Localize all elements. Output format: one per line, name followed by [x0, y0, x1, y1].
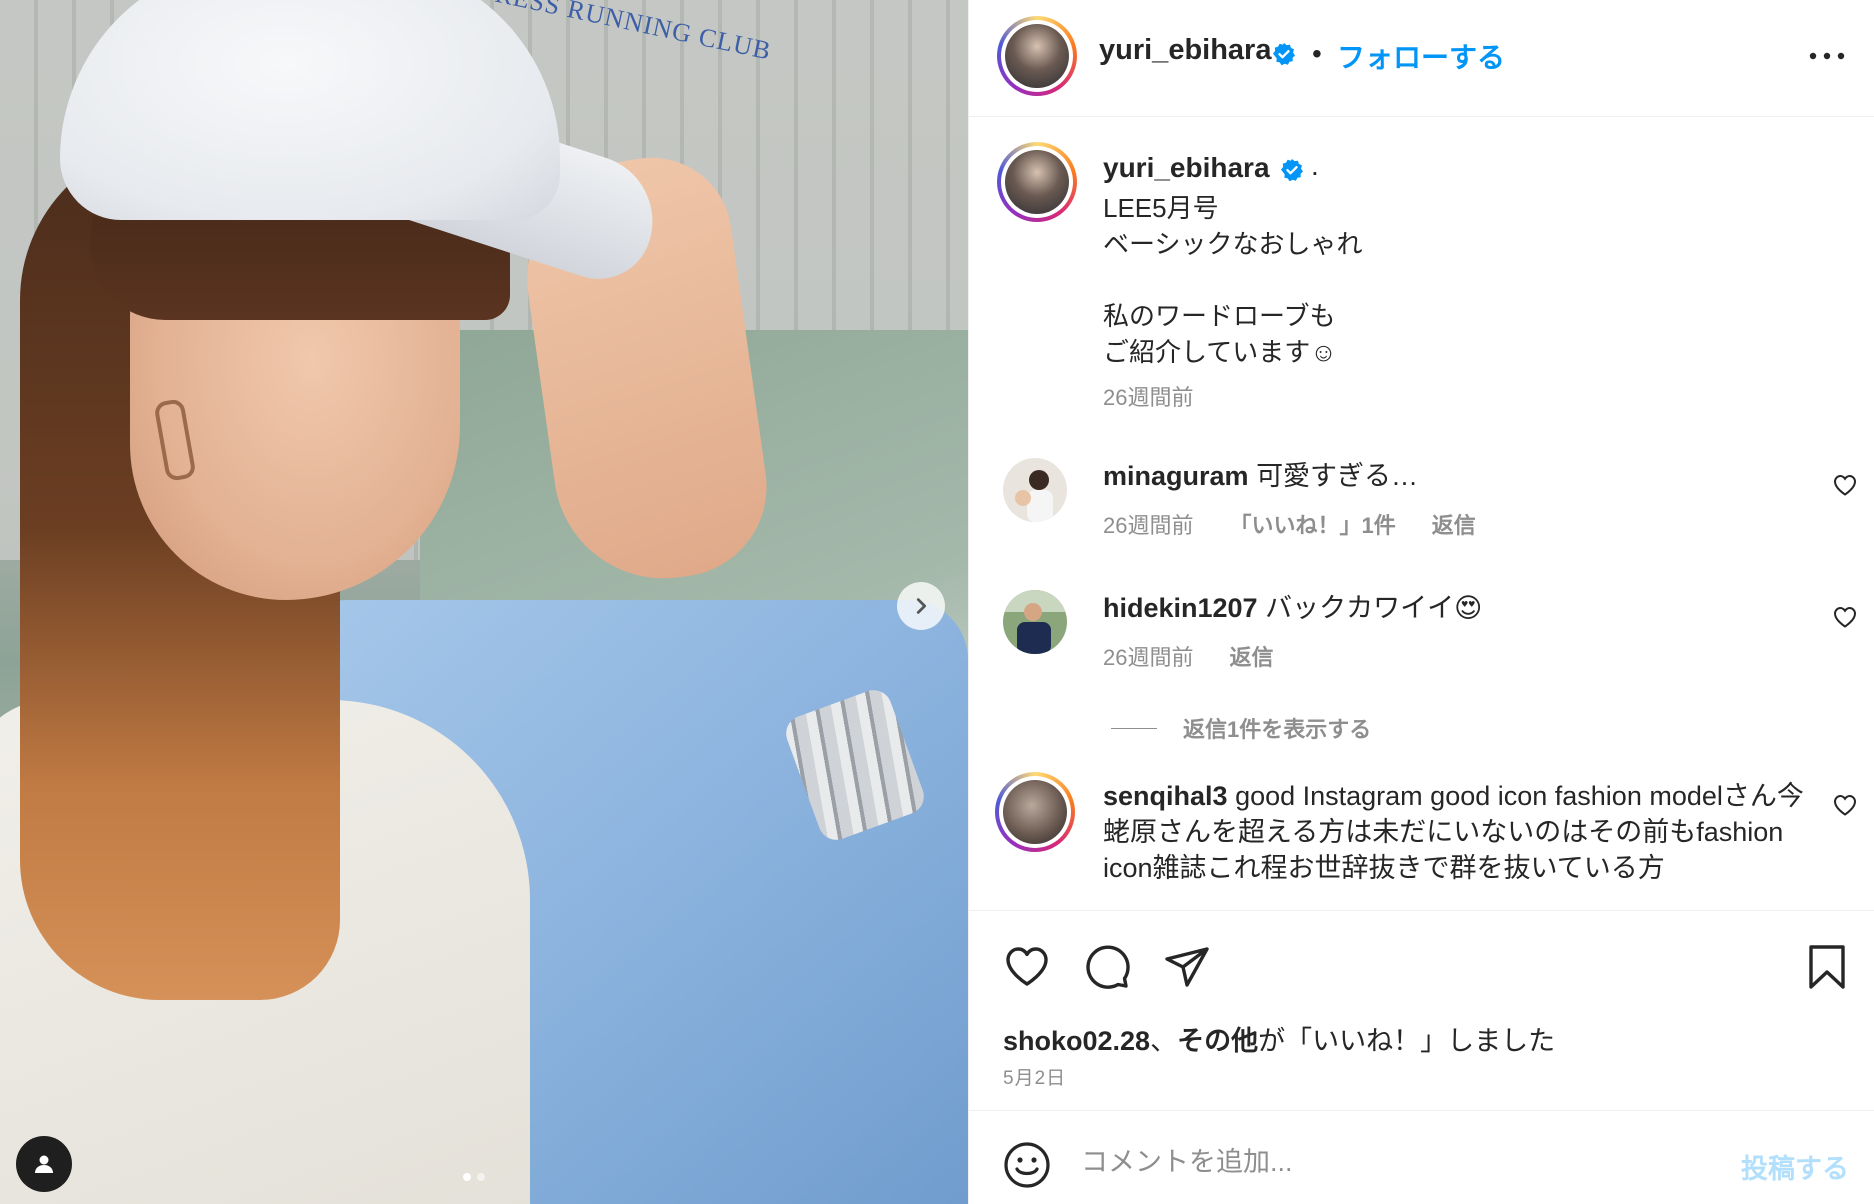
carousel-dot [477, 1173, 485, 1181]
comment-like-icon[interactable] [1833, 474, 1857, 496]
reply-button[interactable]: 返信 [1432, 508, 1476, 540]
post-photo[interactable]: PROGRESS RUNNING CLUB [0, 0, 968, 1204]
more-options-icon[interactable] [1807, 44, 1847, 68]
share-icon[interactable] [1163, 943, 1211, 991]
add-comment-bar: 投稿する [969, 1110, 1874, 1204]
comment-text: senqihal3 good Instagram good icon fashi… [1103, 778, 1813, 886]
comment-input[interactable] [1081, 1137, 1701, 1187]
emoji-icon[interactable] [1003, 1141, 1051, 1189]
next-image-button[interactable] [897, 582, 945, 630]
author-avatar[interactable] [997, 16, 1077, 96]
liked-by-username[interactable]: shoko02.28 [1003, 1026, 1150, 1056]
caption-username[interactable]: yuri_ebihara [1103, 152, 1270, 184]
comment-meta: 26週間前 「いいね！」1件 返信 [1103, 508, 1476, 540]
likes-summary[interactable]: shoko02.28、その他が「いいね！」しました [1003, 1019, 1555, 1058]
chevron-right-icon [916, 598, 927, 614]
comment-timestamp[interactable]: 26週間前 [1103, 508, 1193, 540]
comment-icon[interactable] [1083, 943, 1131, 991]
reply-button[interactable]: 返信 [1229, 640, 1273, 672]
bookmark-icon[interactable] [1803, 943, 1851, 991]
commenter-username[interactable]: hidekin1207 [1103, 593, 1258, 623]
comment-like-icon[interactable] [1833, 606, 1857, 628]
photo-cap [60, 0, 560, 220]
post-actions: shoko02.28、その他が「いいね！」しました 5月2日 [969, 910, 1874, 1110]
commenter-avatar[interactable] [1003, 458, 1067, 522]
comment-body: バックカワイイ😍 [1265, 593, 1483, 623]
post-date[interactable]: 5月2日 [1003, 1063, 1066, 1090]
caption-line: ベーシックなおしゃれ [1103, 229, 1363, 259]
commenter-avatar[interactable] [995, 772, 1075, 852]
likes-suffix: が「いいね！」しました [1258, 1026, 1556, 1056]
post-header: yuri_ebihara • フォローする [969, 0, 1874, 117]
comment-timestamp[interactable]: 26週間前 [1103, 640, 1193, 672]
verified-badge-icon [1281, 159, 1303, 182]
commenter-avatar[interactable] [1003, 590, 1067, 654]
likes-separator: 、 [1150, 1026, 1178, 1056]
comments-list[interactable]: yuri_ebihara . LEE5月号 ベーシックなおしゃれ 私のワードロー… [969, 118, 1874, 910]
comment-text: minaguram 可愛すぎる… [1103, 458, 1813, 494]
comment-meta: 26週間前 返信 [1103, 640, 1274, 672]
verified-badge-icon [1273, 43, 1295, 66]
caption-timestamp[interactable]: 26週間前 [1103, 380, 1193, 412]
post-detail-panel: yuri_ebihara • フォローする yuri_ebihara . LEE… [968, 0, 1874, 1204]
heart-icon[interactable] [1003, 943, 1051, 991]
view-replies-label: 返信1件を表示する [1183, 717, 1372, 742]
follow-button[interactable]: フォローする [1337, 36, 1505, 76]
comment-like-icon[interactable] [1833, 794, 1857, 816]
view-replies-button[interactable]: 返信1件を表示する [1111, 712, 1371, 744]
view-replies-line [1111, 727, 1157, 729]
carousel-dot-active [463, 1173, 471, 1181]
caption-line: LEE5月号 [1103, 193, 1219, 223]
caption-line: 私のワードローブも [1103, 301, 1336, 331]
author-username[interactable]: yuri_ebihara [1099, 34, 1271, 67]
commenter-username[interactable]: senqihal3 [1103, 781, 1228, 811]
user-tag-icon [35, 1155, 53, 1173]
tagged-users-button[interactable] [16, 1136, 72, 1192]
post-comment-button[interactable]: 投稿する [1741, 1147, 1849, 1186]
comment-body: 可愛すぎる… [1256, 461, 1419, 491]
caption-dot: . [1311, 150, 1319, 181]
carousel-indicator [463, 1173, 485, 1181]
comment-likes-count[interactable]: 「いいね！」1件 [1229, 508, 1395, 540]
comment-text: hidekin1207 バックカワイイ😍 [1103, 590, 1813, 626]
commenter-username[interactable]: minaguram [1103, 461, 1249, 491]
liked-by-others-link[interactable]: その他 [1177, 1026, 1258, 1056]
caption-line: ご紹介しています☺ [1103, 337, 1337, 367]
header-separator: • [1312, 38, 1322, 69]
caption-author-avatar[interactable] [997, 142, 1077, 222]
